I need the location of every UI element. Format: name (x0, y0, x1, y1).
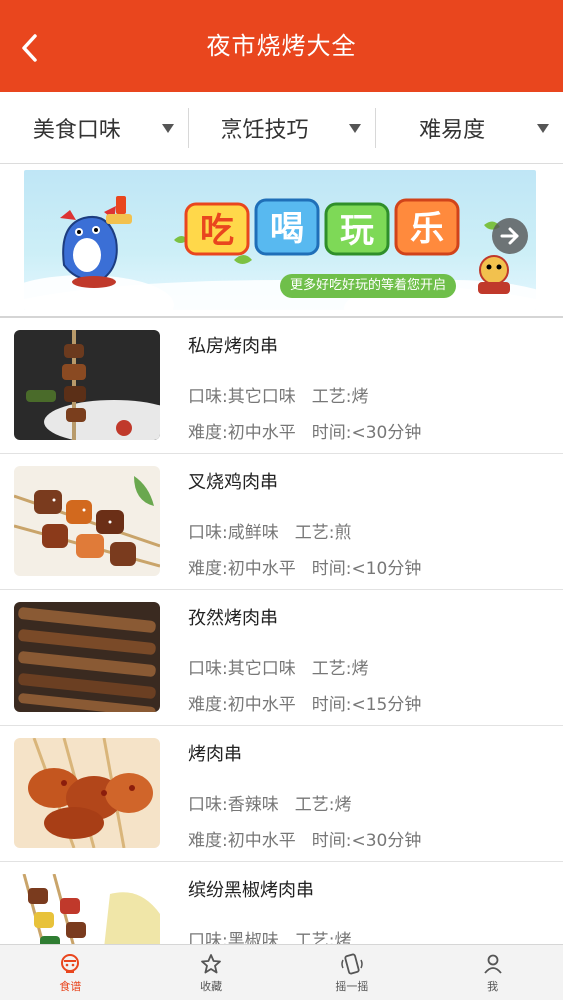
recipe-difficulty-time: 难度:初中水平 时间:<15分钟 (188, 690, 421, 715)
recipe-taste-craft: 口味:香辣味 工艺:烤 (188, 790, 351, 815)
recipe-time: 时间:<30分钟 (311, 423, 422, 443)
recipe-craft: 工艺:烤 (311, 659, 369, 679)
recipe-time: 时间:<15分钟 (311, 695, 422, 715)
recipe-craft: 工艺:烤 (311, 387, 369, 407)
recipe-list-item[interactable]: 私房烤肉串 口味:其它口味 工艺:烤 难度:初中水平 时间:<30分钟 (0, 318, 563, 454)
recipe-difficulty-time: 难度:初中水平 时间:<10分钟 (188, 554, 421, 579)
recipe-taste-craft: 口味:其它口味 工艺:烤 (188, 654, 368, 679)
person-icon (483, 954, 502, 974)
recipe-thumbnail (14, 330, 160, 440)
filter-taste-dropdown[interactable]: 美食口味 (0, 92, 188, 163)
recipe-name: 烤肉串 (188, 744, 242, 765)
page-title: 夜市烧烤大全 (206, 32, 357, 60)
recipe-taste-craft: 口味:咸鲜味 工艺:煎 (188, 518, 351, 543)
recipe-taste: 口味:其它口味 (188, 659, 296, 679)
dropdown-triangle-icon (349, 124, 362, 133)
recipe-name: 私房烤肉串 (188, 336, 278, 357)
bottom-tab-bar: 食谱 收藏 摇一摇 我 (0, 944, 563, 1000)
tab-label: 我 (487, 979, 499, 993)
recipe-list-item[interactable]: 孜然烤肉串 口味:其它口味 工艺:烤 难度:初中水平 时间:<15分钟 (0, 590, 563, 726)
filter-difficulty-dropdown[interactable]: 难易度 (375, 92, 563, 163)
recipe-time: 时间:<30分钟 (311, 831, 422, 851)
banner-tagline: 更多好吃好玩的等着您开启 (280, 274, 457, 298)
tab-label: 食谱 (59, 979, 82, 993)
recipe-difficulty: 难度:初中水平 (188, 559, 296, 579)
recipe-list-item[interactable]: 烤肉串 口味:香辣味 工艺:烤 难度:初中水平 时间:<30分钟 (0, 726, 563, 862)
recipe-craft: 工艺:煎 (294, 523, 352, 543)
recipe-taste-craft: 口味:其它口味 工艺:烤 (188, 382, 368, 407)
recipe-name: 缤纷黑椒烤肉串 (188, 880, 314, 901)
back-button[interactable] (10, 28, 50, 68)
chef-hat-icon (61, 953, 80, 973)
mascot-right-image (478, 255, 510, 294)
recipe-difficulty: 难度:初中水平 (188, 695, 296, 715)
filter-label: 难易度 (419, 117, 486, 143)
arrow-right-icon (500, 227, 519, 245)
filter-label: 烹饪技巧 (220, 117, 309, 143)
recipe-difficulty-time: 难度:初中水平 时间:<30分钟 (188, 418, 421, 443)
recipe-list-item[interactable]: 叉烧鸡肉串 口味:咸鲜味 工艺:煎 难度:初中水平 时间:<10分钟 (0, 454, 563, 590)
filter-technique-dropdown[interactable]: 烹饪技巧 (187, 92, 376, 163)
chevron-left-icon (22, 34, 37, 62)
headline-glyph-4: 乐 (410, 209, 444, 249)
recipe-name: 叉烧鸡肉串 (188, 472, 278, 493)
recipe-taste: 口味:咸鲜味 (188, 523, 279, 543)
top-navigation-bar: 夜市烧烤大全 (0, 0, 563, 92)
recipe-difficulty: 难度:初中水平 (188, 423, 296, 443)
recipe-name: 孜然烤肉串 (188, 608, 278, 629)
tab-label: 收藏 (200, 979, 223, 993)
filter-label: 美食口味 (32, 117, 121, 143)
tab-me[interactable]: 我 (422, 945, 563, 1000)
tab-shake[interactable]: 摇一摇 (282, 945, 423, 1000)
recipe-craft: 工艺:烤 (294, 795, 352, 815)
filter-bar: 美食口味 烹饪技巧 难易度 (0, 92, 563, 164)
recipe-difficulty-time: 难度:初中水平 时间:<30分钟 (188, 826, 421, 851)
recipe-thumbnail (14, 602, 160, 712)
shake-icon (341, 953, 363, 974)
recipe-difficulty: 难度:初中水平 (188, 831, 296, 851)
tab-label: 摇一摇 (335, 979, 369, 993)
recipe-thumbnail (14, 738, 160, 848)
recipe-list: 私房烤肉串 口味:其它口味 工艺:烤 难度:初中水平 时间:<30分钟 叉烧鸡肉… (0, 318, 563, 998)
headline-glyph-1: 吃 (200, 211, 234, 251)
tab-recipes[interactable]: 食谱 (0, 945, 141, 1000)
recipe-taste: 口味:其它口味 (188, 387, 296, 407)
star-icon (201, 953, 222, 973)
headline-glyph-3: 玩 (340, 211, 374, 251)
dropdown-triangle-icon (161, 124, 174, 133)
dropdown-triangle-icon (537, 124, 550, 133)
headline-glyph-2: 喝 (270, 209, 304, 249)
banner-next-button[interactable] (492, 218, 528, 254)
tab-favorites[interactable]: 收藏 (141, 945, 282, 1000)
recipe-taste: 口味:香辣味 (188, 795, 279, 815)
recipe-thumbnail (14, 466, 160, 576)
recipe-time: 时间:<10分钟 (311, 559, 422, 579)
mascot-left-image (60, 196, 132, 288)
